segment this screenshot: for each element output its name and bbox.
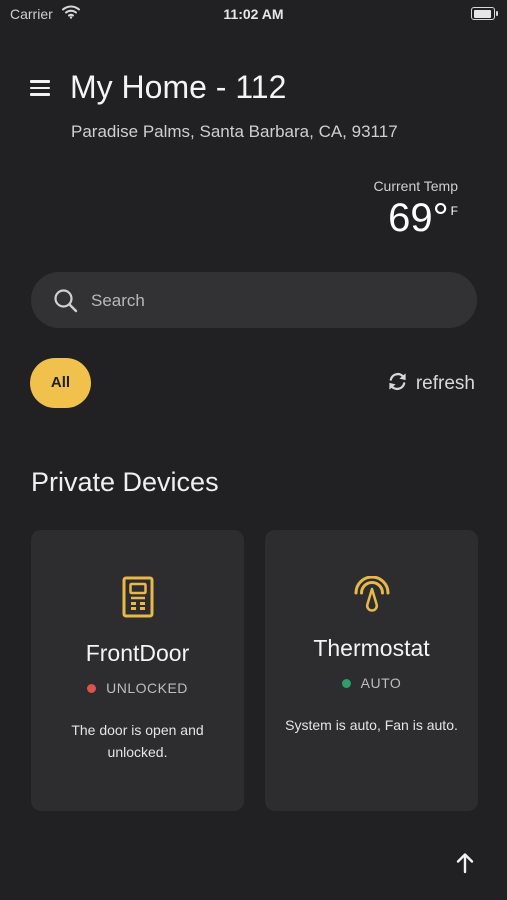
status-time: 11:02 AM bbox=[223, 6, 284, 22]
battery-icon bbox=[471, 7, 498, 20]
door-lock-icon bbox=[31, 576, 244, 618]
device-card-frontdoor[interactable]: FrontDoor UNLOCKED The door is open and … bbox=[31, 530, 244, 811]
menu-icon[interactable] bbox=[30, 80, 50, 96]
temp-number: 69° bbox=[388, 196, 449, 240]
page-title: My Home - 112 bbox=[70, 69, 287, 105]
search-bar[interactable] bbox=[31, 272, 477, 330]
scroll-to-top-button[interactable] bbox=[452, 850, 478, 876]
device-name: FrontDoor bbox=[85, 640, 190, 666]
device-status: AUTO bbox=[265, 675, 478, 691]
refresh-label: refresh bbox=[415, 373, 475, 394]
temp-unit: F bbox=[450, 204, 458, 218]
device-status-label: UNLOCKED bbox=[106, 680, 188, 696]
device-description: The door is open and unlocked. bbox=[71, 722, 204, 760]
status-bar: Carrier 11:02 AM bbox=[0, 0, 507, 28]
device-description: System is auto, Fan is auto. bbox=[285, 717, 458, 733]
status-dot bbox=[87, 683, 97, 693]
thermostat-gauge-icon bbox=[265, 576, 478, 614]
search-input[interactable] bbox=[89, 272, 463, 330]
device-status: UNLOCKED bbox=[31, 680, 244, 696]
device-name: Thermostat bbox=[313, 635, 430, 661]
search-icon bbox=[53, 288, 79, 319]
section-title: Private Devices bbox=[31, 467, 219, 497]
arrow-up-icon bbox=[452, 853, 478, 880]
refresh-button[interactable]: refresh bbox=[387, 370, 475, 398]
device-card-thermostat[interactable]: Thermostat AUTO System is auto, Fan is a… bbox=[265, 530, 478, 811]
current-temp-label: Current Temp bbox=[373, 178, 458, 194]
current-temp-value: 69° F bbox=[388, 196, 458, 241]
filter-all-button[interactable]: All bbox=[30, 358, 91, 408]
refresh-icon bbox=[387, 371, 408, 397]
status-dot bbox=[341, 678, 351, 688]
home-address: Paradise Palms, Santa Barbara, CA, 93117 bbox=[71, 122, 398, 141]
device-status-label: AUTO bbox=[360, 675, 402, 691]
